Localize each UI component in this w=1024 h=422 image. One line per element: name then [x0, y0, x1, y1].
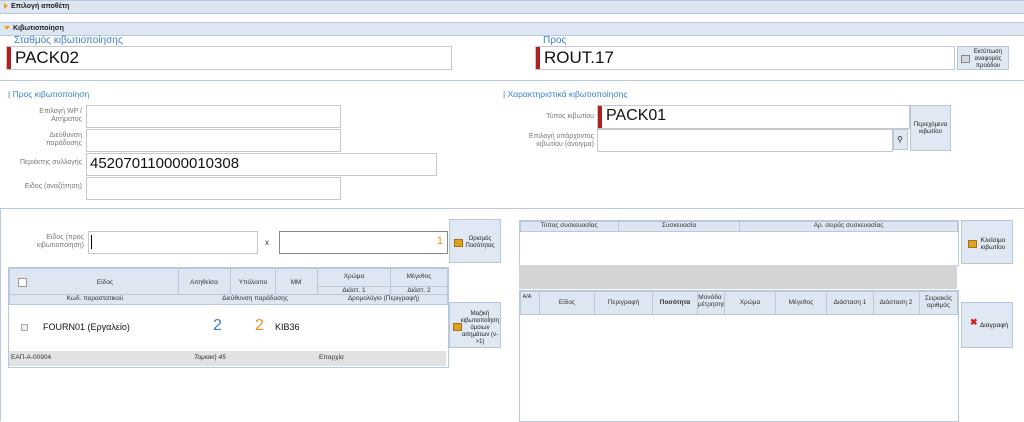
left-grid: Είδος Αιτηθείσα Υπόλοιπο ΜΜ Χρώμα Μέγεθο…	[8, 267, 449, 368]
close-box-label: Κλείσιμο κιβωτίου	[980, 237, 1006, 251]
collector-input[interactable]: 452070110000010308	[86, 153, 437, 176]
delete-x-icon: ✖	[970, 317, 978, 327]
subrow-route: Επαρχία	[319, 354, 344, 361]
for-boxing-title: | Προς κιβωτιοποίηση	[8, 89, 90, 99]
col-description[interactable]: Περιγραφή	[595, 299, 652, 306]
collector-label: Περιέκτης συλλογής	[19, 159, 82, 166]
col-package[interactable]: Συσκευασία	[619, 222, 739, 229]
item-entry-input[interactable]	[88, 231, 258, 254]
col-package-serial[interactable]: Αρ. σειράς συσκευασίας	[740, 222, 957, 229]
group-panel	[519, 265, 957, 289]
col-color[interactable]: Χρώμα	[318, 273, 390, 280]
station-title: Σταθμός κιβωτιοποίησης	[14, 35, 123, 46]
col-color[interactable]: Χρώμα	[725, 299, 775, 306]
wp-label: Επιλογή WP / Αιτήματος	[39, 108, 82, 123]
col-remaining[interactable]: Υπόλοιπο	[231, 279, 275, 286]
search-icon: ⚲	[897, 135, 903, 144]
box-contents-button[interactable]: Περιεχόμενα κιβωτίου	[910, 105, 951, 151]
station-field[interactable]: PACK02	[6, 46, 452, 70]
table-row[interactable]: FOURN01 (Εργαλείο) 2 2 ΚΙΒ36	[9, 304, 446, 350]
print-progress-label: Εκτύπωση αναφοράς προόδου	[973, 49, 1003, 69]
to-field[interactable]: ROUT.17	[535, 46, 955, 70]
col-unit[interactable]: ΜΜ	[276, 279, 316, 286]
col-doc-code[interactable]: Κωδ. παραστατικού	[30, 295, 160, 302]
existing-box-input[interactable]	[597, 129, 893, 152]
col-size[interactable]: Μέγεθος	[391, 273, 447, 280]
times-label: x	[265, 238, 269, 247]
col-quantity[interactable]: Ποσότητα	[653, 299, 697, 306]
col-item[interactable]: Είδος	[540, 299, 594, 306]
address-input[interactable]	[86, 129, 341, 152]
row-requested: 2	[213, 317, 222, 334]
row-remaining: 2	[255, 317, 264, 334]
left-grid-header: Είδος Αιτηθείσα Υπόλοιπο ΜΜ Χρώμα Μέγεθο…	[9, 268, 448, 296]
wp-input[interactable]	[86, 105, 341, 128]
set-quantity-label: Ορισμός Ποσότητας	[465, 236, 495, 249]
header-label: Επιλογή αποθέτη	[11, 3, 70, 10]
col-dim2[interactable]: Διάστ. 2	[391, 287, 447, 294]
header-boxing[interactable]: Κιβωτιοποίηση	[0, 22, 1024, 36]
box-contents-grid: Α/Α Είδος Περιγραφή Ποσότητα Μονάδα μέτρ…	[519, 290, 959, 422]
existing-box-label: Επιλογή υπάρχοντος κιβωτίου (άνοιγμα)	[528, 133, 594, 148]
col-route[interactable]: Δρομολόγιο (Περιγραφή)	[320, 295, 447, 302]
set-quantity-button[interactable]: Ορισμός Ποσότητας	[449, 219, 501, 263]
collector-value: 452070110000010308	[90, 155, 240, 172]
box-icon	[454, 239, 463, 247]
row-item: FOURN01 (Εργαλείο)	[43, 322, 130, 332]
header-label: Κιβωτιοποίηση	[13, 25, 64, 32]
quantity-input[interactable]: 1	[279, 231, 448, 254]
row-unit: ΚΙΒ36	[275, 322, 300, 332]
packages-grid: Τύπος συσκευασίας Συσκευασία Αρ. σειράς …	[519, 220, 959, 266]
col-dim1[interactable]: Διάστ. 1	[318, 287, 390, 294]
item-search-label: Είδος (αναζήτηση)	[24, 183, 82, 190]
col-serial[interactable]: Σειριακός αριθμός	[920, 295, 957, 309]
box-type-field[interactable]: PACK01	[597, 105, 910, 129]
box-features-title: | Χαρακτηριστικά κιβωτιοποίησης	[503, 89, 628, 99]
search-existing-box-button[interactable]: ⚲	[893, 129, 908, 150]
row-checkbox[interactable]	[21, 324, 28, 331]
to-title: Προς	[543, 35, 567, 46]
delete-button[interactable]: ✖ Διαγραφή	[961, 302, 1013, 348]
subrow-doc: ΕΑΠ-Α-00904	[11, 354, 52, 361]
subrow-address: Ταμιακή 45	[194, 354, 226, 361]
to-value: ROUT.17	[544, 48, 614, 67]
select-all-checkbox[interactable]	[18, 278, 27, 287]
box-icon	[453, 323, 462, 331]
table-subrow[interactable]: ΕΑΠ-Α-00904 Ταμιακή 45 Επαρχία	[9, 351, 446, 366]
station-value: PACK02	[15, 48, 79, 67]
close-box-button[interactable]: Κλείσιμο κιβωτίου	[961, 220, 1013, 264]
col-dim1[interactable]: Διάσταση 1	[827, 299, 873, 306]
bulk-boxing-label: Μαζική κιβωτιοποίηση όμοιων αιτημάτων (ν…	[460, 311, 500, 345]
col-dim2[interactable]: Διάσταση 2	[874, 299, 918, 306]
col-item[interactable]: Είδος	[40, 279, 170, 286]
collapse-arrow-icon	[4, 26, 10, 31]
col-requested[interactable]: Αιτηθείσα	[179, 279, 229, 286]
address-label: Διεύθυνση παράδοσης	[45, 132, 82, 147]
col-size[interactable]: Μέγεθος	[776, 299, 826, 306]
box-icon	[968, 240, 977, 248]
col-aa[interactable]: Α/Α	[521, 294, 533, 300]
bulk-boxing-button[interactable]: Μαζική κιβωτιοποίηση όμοιων αιτημάτων (ν…	[449, 302, 501, 348]
expand-arrow-icon	[4, 3, 8, 10]
item-search-input[interactable]	[86, 177, 341, 200]
delete-label: Διαγραφή	[979, 322, 1009, 329]
quantity-value: 1	[436, 235, 443, 247]
box-type-label: Τύπος κιβωτίου	[546, 113, 594, 120]
col-delivery-address[interactable]: Διεύθυνση παράδοσης	[190, 295, 320, 302]
header-select-depositor[interactable]: Επιλογή αποθέτη	[0, 0, 1024, 14]
print-progress-button[interactable]: Εκτύπωση αναφοράς προόδου	[957, 46, 1009, 70]
col-package-type[interactable]: Τύπος συσκευασίας	[521, 222, 617, 229]
printer-icon	[961, 55, 970, 63]
item-entry-label: Είδος (προς κιβωτιοποίηση)	[36, 234, 84, 249]
col-unit[interactable]: Μονάδα μέτρησης	[698, 294, 725, 308]
box-type-value: PACK01	[606, 107, 667, 124]
